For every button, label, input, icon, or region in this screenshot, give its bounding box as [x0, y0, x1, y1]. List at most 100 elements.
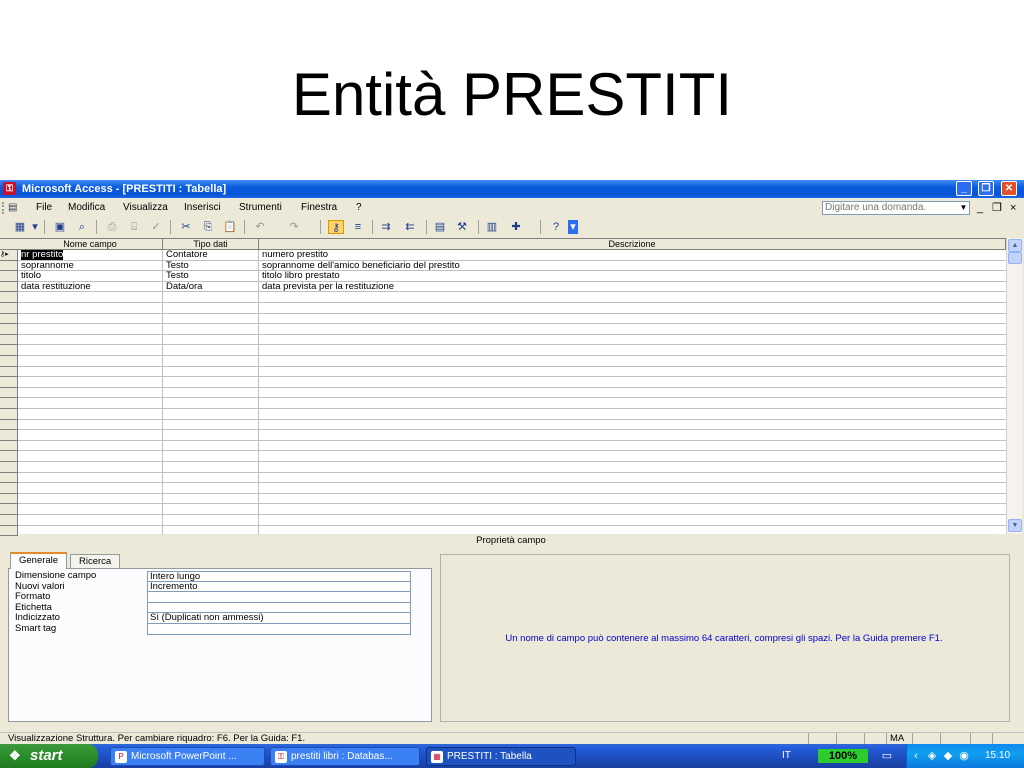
toolbar-options-icon[interactable]: ▾ [568, 220, 578, 234]
network-icon[interactable]: ◈ [925, 749, 939, 763]
table-row[interactable] [18, 420, 1006, 431]
description-cell[interactable]: titolo libro prestato [259, 271, 999, 281]
new-object-icon[interactable]: ✚ [508, 220, 524, 234]
property-row[interactable]: Formato [13, 592, 411, 603]
row-selector[interactable] [0, 398, 18, 409]
table-row[interactable] [18, 441, 1006, 452]
field-name-cell[interactable]: data restituzione [18, 282, 162, 292]
col-header-description[interactable]: Descrizione [259, 239, 1006, 250]
print-icon[interactable]: ⎙ [104, 220, 120, 234]
row-selector[interactable] [0, 419, 18, 431]
menu-inserisci[interactable]: Inserisci [184, 199, 221, 217]
clock[interactable]: 15.10 [985, 744, 1010, 768]
cut-icon[interactable]: ✂ [178, 220, 194, 234]
property-value[interactable]: Intero lungo [147, 571, 411, 582]
property-value[interactable]: Incremento [147, 581, 411, 593]
help-icon[interactable]: ? [548, 220, 564, 234]
description-cell[interactable]: data prevista per la restituzione [259, 282, 999, 292]
description-cell[interactable]: numero prestito [259, 250, 999, 260]
row-selector[interactable] [0, 472, 18, 484]
row-selector[interactable] [0, 493, 18, 505]
copy-icon[interactable]: ⎘ [200, 220, 216, 234]
task-prestiti-table[interactable]: ▦ PRESTITI : Tabella [426, 747, 576, 766]
field-name-cell[interactable]: nr prestito [18, 250, 162, 260]
ask-question-input[interactable]: Digitare una domanda. [822, 201, 970, 215]
row-selector[interactable] [0, 451, 18, 462]
table-row[interactable] [18, 345, 1006, 356]
table-row[interactable] [18, 504, 1006, 515]
table-row[interactable] [18, 430, 1006, 441]
close-button[interactable]: ✕ [1001, 181, 1017, 196]
battery-icon[interactable]: ▭ [880, 749, 894, 763]
grid-vertical-scrollbar[interactable]: ▲ ▼ [1006, 238, 1022, 534]
row-selector[interactable] [0, 377, 18, 388]
col-header-type[interactable]: Tipo dati [163, 239, 259, 250]
table-row[interactable] [18, 473, 1006, 484]
row-selector[interactable] [0, 409, 18, 420]
table-row[interactable] [18, 377, 1006, 388]
scroll-down-icon[interactable]: ▼ [1008, 519, 1022, 532]
table-row[interactable] [18, 303, 1006, 314]
volume-icon[interactable]: ◉ [957, 749, 971, 763]
col-header-name[interactable]: Nome campo [18, 239, 163, 250]
table-row[interactable] [18, 314, 1006, 325]
tray-chevron-icon[interactable]: ‹ [909, 749, 923, 763]
table-row[interactable] [18, 494, 1006, 505]
task-database[interactable]: ⚿ prestiti libri : Databas... [270, 747, 420, 766]
builder-icon[interactable]: ⚒ [454, 220, 470, 234]
property-value[interactable] [147, 592, 411, 603]
window-titlebar[interactable]: ⚿ Microsoft Access - [PRESTITI : Tabella… [0, 180, 1024, 198]
data-type-cell[interactable]: Testo [163, 271, 258, 281]
property-row[interactable]: Dimensione campo Intero lungo [13, 571, 411, 582]
table-row[interactable]: data restituzione Data/ora data prevista… [18, 282, 1006, 293]
description-cell[interactable]: soprannome dell'amico beneficiario del p… [259, 261, 999, 271]
delete-rows-icon[interactable]: ⇇ [402, 220, 418, 234]
row-selector[interactable] [0, 292, 18, 303]
property-row[interactable]: Nuovi valori Incremento [13, 581, 411, 593]
property-row[interactable]: Indicizzato Sì (Duplicati non ammessi) [13, 613, 411, 624]
redo-icon[interactable]: ↷ [286, 220, 302, 234]
table-row[interactable] [18, 335, 1006, 346]
tab-ricerca[interactable]: Ricerca [70, 554, 121, 569]
print-preview-icon[interactable]: ⌸ [126, 220, 142, 234]
insert-rows-icon[interactable]: ⇉ [378, 220, 394, 234]
table-row[interactable] [18, 324, 1006, 335]
row-selector[interactable] [0, 334, 18, 346]
row-selector[interactable] [0, 324, 18, 335]
save-icon[interactable]: ▣ [52, 220, 68, 234]
paste-icon[interactable]: 📋 [222, 220, 238, 234]
table-row[interactable]: nr prestito Contatore numero prestito [18, 250, 1006, 261]
table-row[interactable]: soprannome Testo soprannome dell'amico b… [18, 261, 1006, 272]
primary-key-icon[interactable]: ⚷ [328, 220, 344, 234]
data-type-cell[interactable]: Testo [163, 261, 258, 271]
row-selector[interactable] [0, 440, 18, 452]
table-row[interactable] [18, 388, 1006, 399]
search-file-icon[interactable]: ⌕ [74, 220, 90, 234]
row-selector[interactable] [0, 483, 18, 494]
table-row[interactable] [18, 451, 1006, 462]
row-selector[interactable] [0, 515, 18, 526]
database-window-icon[interactable]: ▥ [484, 220, 500, 234]
minimize-button[interactable]: _ [956, 181, 972, 196]
row-selector[interactable] [0, 430, 18, 441]
table-row[interactable] [18, 515, 1006, 526]
undo-icon[interactable]: ↶ [252, 220, 268, 234]
field-name-cell[interactable]: soprannome [18, 261, 162, 271]
field-name-cell[interactable]: titolo [18, 271, 162, 281]
doc-restore-icon[interactable]: ❐ [992, 199, 1002, 217]
row-selector[interactable] [0, 462, 18, 473]
row-selector[interactable] [0, 313, 18, 325]
tab-generale[interactable]: Generale [10, 552, 68, 569]
scroll-up-icon[interactable]: ▲ [1008, 239, 1022, 252]
row-selector[interactable] [0, 356, 18, 367]
row-selector[interactable] [0, 281, 18, 293]
data-type-cell[interactable]: Data/ora [163, 282, 258, 292]
row-selector[interactable] [0, 271, 18, 282]
antivirus-icon[interactable]: ◆ [941, 749, 955, 763]
start-button[interactable]: ❖ start [0, 744, 98, 768]
property-value[interactable] [147, 624, 411, 635]
data-type-cell[interactable]: Contatore [163, 250, 258, 260]
view-icon[interactable]: ▦ [12, 220, 28, 234]
view-dropdown-icon[interactable]: ▾ [30, 220, 40, 234]
spelling-icon[interactable]: ✓ [148, 220, 164, 234]
